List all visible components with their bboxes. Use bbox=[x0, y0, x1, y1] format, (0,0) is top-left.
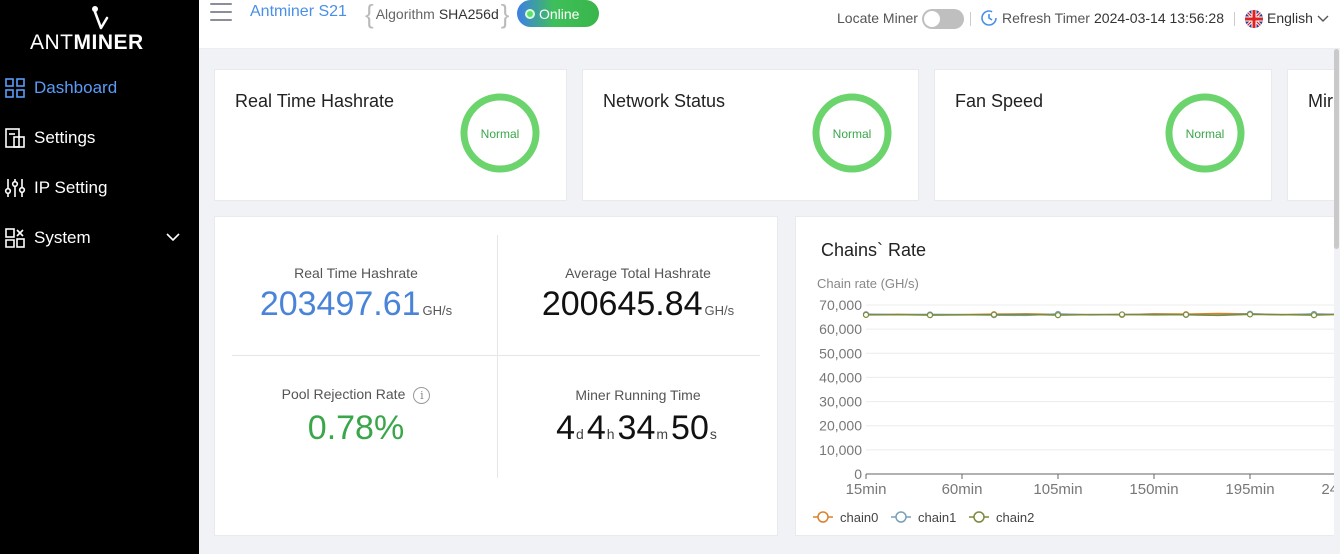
status-text: Online bbox=[539, 5, 580, 22]
sidebar-item-ip-setting[interactable]: IP Setting bbox=[0, 170, 199, 206]
sidebar: ANTMINER Dashboard Settings IP Setting S… bbox=[0, 0, 199, 554]
x-tick-label: 105min bbox=[1033, 481, 1082, 498]
x-tick-label: 150min bbox=[1129, 481, 1178, 498]
card-partial: Mir bbox=[1287, 69, 1340, 201]
sidebar-item-settings[interactable]: Settings bbox=[0, 120, 199, 156]
stat-label: Pool Rejection Rate i bbox=[215, 386, 497, 404]
logo-text: ANTMINER bbox=[30, 31, 144, 54]
sidebar-item-label: Settings bbox=[34, 128, 96, 147]
sidebar-item-system[interactable]: System bbox=[0, 220, 199, 256]
divider bbox=[232, 355, 760, 356]
x-tick-label: 15min bbox=[846, 481, 887, 498]
chains-rate-chart: Chain rate (GH/s) 70,000 60,000 50,000 40,00… bbox=[813, 276, 1340, 525]
status-dot-icon bbox=[525, 8, 535, 19]
page-scrollbar[interactable] bbox=[1334, 49, 1340, 554]
running-time-value: 4d4h34m50s bbox=[556, 409, 717, 447]
stat-label: Average Total Hashrate bbox=[565, 265, 711, 281]
data-point-chain2 bbox=[1246, 311, 1254, 318]
hashrate-stats-card: Real Time Hashrate 203497.61 GH/s Average… bbox=[214, 216, 778, 536]
sidebar-item-label: IP Setting bbox=[34, 178, 108, 197]
antminer-logo: ANTMINER bbox=[30, 4, 155, 54]
stat-label: Real Time Hashrate bbox=[294, 265, 418, 281]
chevron-down-icon[interactable] bbox=[1317, 14, 1329, 24]
data-point-chain2 bbox=[862, 311, 870, 318]
legend-label-chain2: chain2 bbox=[996, 510, 1034, 525]
miner-model: Antminer S21 bbox=[250, 3, 347, 20]
y-tick-label: 70,000 bbox=[819, 297, 862, 313]
status-label: Normal bbox=[1185, 127, 1225, 141]
divider bbox=[1234, 12, 1235, 26]
timer-icon bbox=[981, 10, 997, 26]
top-bar: Antminer S21 { Algorithm SHA256d } Onlin… bbox=[199, 0, 1340, 49]
card-title: Network Status bbox=[603, 91, 726, 111]
legend-label-chain1: chain1 bbox=[918, 510, 956, 525]
legend-marker-chain2 bbox=[973, 511, 985, 523]
legend-marker-chain1 bbox=[895, 511, 907, 523]
y-axis-label: Chain rate (GH/s) bbox=[817, 276, 919, 291]
sidebar-item-dashboard[interactable]: Dashboard bbox=[0, 70, 199, 106]
pool-rejection-value: 0.78% bbox=[307, 409, 405, 447]
sidebar-item-label: Dashboard bbox=[34, 78, 118, 97]
sliders-icon bbox=[4, 177, 26, 199]
status-label: Normal bbox=[480, 127, 520, 141]
refresh-timer-label: Refresh Timer bbox=[1002, 10, 1090, 26]
algorithm-tag: { Algorithm SHA256d } bbox=[365, 0, 510, 29]
card-title: Mir bbox=[1308, 91, 1333, 111]
dashboard-content: Real Time Hashrate Normal Network Status… bbox=[199, 49, 1340, 554]
divider bbox=[970, 12, 971, 26]
card-realtime-hashrate: Real Time Hashrate Normal bbox=[214, 69, 567, 201]
data-point-chain2 bbox=[926, 312, 934, 319]
language-selector[interactable]: English bbox=[1267, 10, 1313, 26]
y-tick-label: 0 bbox=[854, 466, 862, 482]
data-point-chain2 bbox=[1054, 312, 1062, 319]
system-icon bbox=[4, 227, 26, 249]
card-network-status: Network Status Normal bbox=[582, 69, 919, 201]
data-point-chain2 bbox=[1182, 311, 1190, 318]
chains-rate-card: Chains` Rate Chain rate (GH/s) 70,000 60,0… bbox=[795, 216, 1340, 536]
x-tick-label: 60min bbox=[942, 481, 983, 498]
x-tick-label: 195min bbox=[1225, 481, 1274, 498]
data-point-chain2 bbox=[990, 311, 998, 318]
algorithm-label: Algorithm bbox=[375, 5, 435, 22]
locate-miner-label: Locate Miner bbox=[837, 10, 918, 26]
y-tick-label: 40,000 bbox=[819, 369, 862, 385]
algorithm-value: SHA256d bbox=[438, 5, 499, 22]
y-tick-label: 60,000 bbox=[819, 321, 862, 337]
y-tick-label: 20,000 bbox=[819, 418, 862, 434]
y-tick-label: 30,000 bbox=[819, 394, 862, 410]
average-hashrate-value: 200645.84 GH/s bbox=[541, 285, 735, 323]
sidebar-item-label: System bbox=[34, 228, 91, 247]
dashboard-icon bbox=[4, 77, 26, 99]
refresh-timestamp: 2024-03-14 13:56:28 bbox=[1094, 10, 1224, 26]
data-point-chain2 bbox=[1310, 312, 1318, 319]
legend-label-chain0: chain0 bbox=[840, 510, 878, 525]
data-point-chain2 bbox=[1118, 311, 1126, 318]
card-title: Fan Speed bbox=[955, 91, 1044, 111]
info-icon[interactable]: i bbox=[413, 386, 431, 404]
y-tick-label: 10,000 bbox=[819, 442, 862, 458]
settings-icon bbox=[4, 127, 26, 149]
card-title: Real Time Hashrate bbox=[235, 91, 395, 111]
chevron-down-icon[interactable] bbox=[165, 229, 181, 245]
stat-label: Miner Running Time bbox=[575, 387, 701, 403]
menu-icon[interactable] bbox=[210, 3, 232, 21]
series-line-chain2 bbox=[865, 313, 1340, 317]
card-fan-speed: Fan Speed Normal bbox=[934, 69, 1272, 201]
realtime-hashrate-value: 203497.61 GH/s bbox=[259, 285, 453, 323]
uk-flag-icon bbox=[1245, 10, 1263, 28]
scrollbar-thumb[interactable] bbox=[1334, 49, 1339, 249]
ant-logo-icon bbox=[92, 6, 109, 30]
y-tick-label: 50,000 bbox=[819, 345, 862, 361]
locate-miner-toggle[interactable] bbox=[922, 9, 964, 29]
online-status-badge: Online bbox=[517, 0, 599, 27]
status-label: Normal bbox=[832, 127, 872, 141]
legend-marker-chain0 bbox=[817, 511, 829, 523]
